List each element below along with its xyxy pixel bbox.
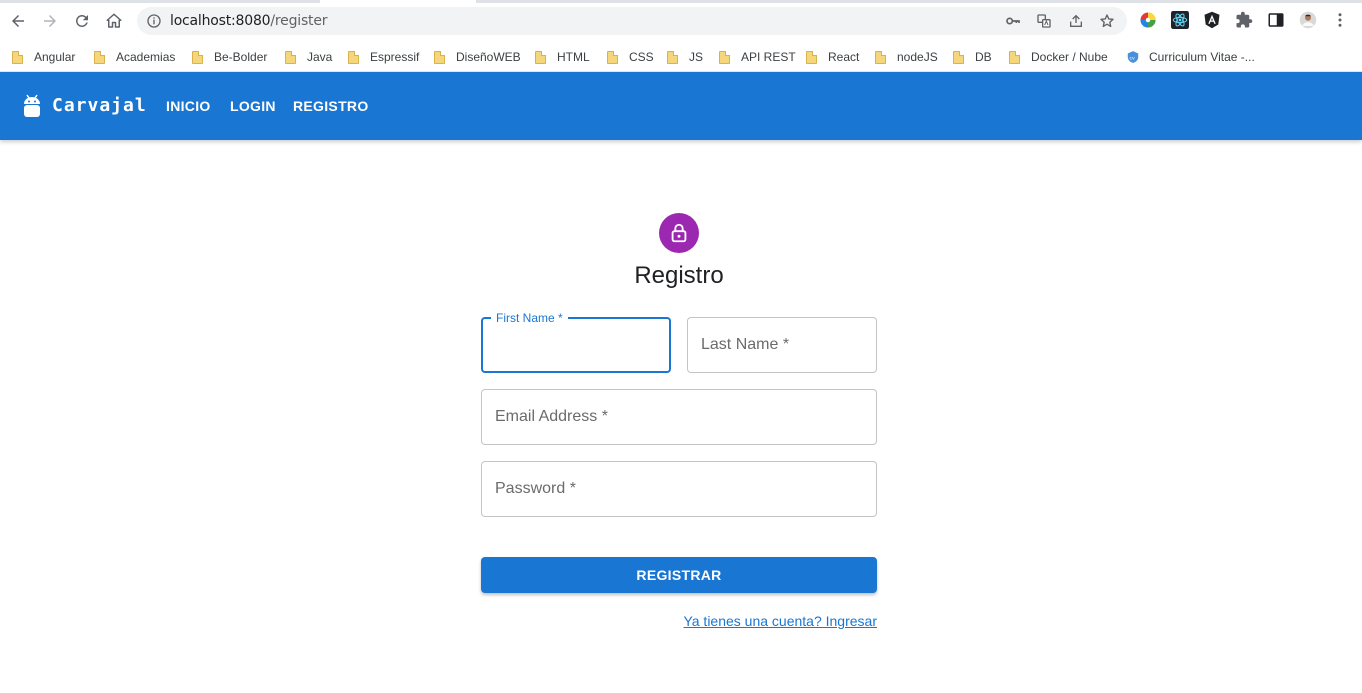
folder-icon [434,50,445,64]
side-panel-icon[interactable] [1267,11,1285,29]
address-bar[interactable]: localhost:8080/register [137,7,1127,35]
tab-strip [0,0,320,3]
bookmark-java[interactable]: Java [285,46,332,68]
forward-button[interactable] [37,8,63,34]
share-icon[interactable] [1068,13,1084,29]
extensions-puzzle-icon[interactable] [1235,11,1253,29]
svg-text:cv: cv [1130,56,1136,61]
login-link[interactable]: Ya tienes una cuenta? Ingresar [683,613,877,629]
bookmarks-bar: Angular Academias Be-Bolder Java Espress… [0,42,1362,72]
info-icon[interactable] [146,13,162,29]
menu-kebab-icon[interactable] [1331,11,1349,29]
arrow-right-icon [44,15,56,27]
bookmark-css[interactable]: CSS [607,46,654,68]
nav-link-login[interactable]: LOGIN [230,98,276,114]
bookmark-db[interactable]: DB [953,46,992,68]
last-name-field[interactable]: Last Name * [687,317,877,373]
folder-icon [348,50,359,64]
home-icon [106,13,122,28]
avatar [659,213,699,253]
reload-icon [75,14,88,27]
email-field[interactable]: Email Address * [481,389,877,445]
bookmark-espressif[interactable]: Espressif [348,46,419,68]
nav-link-registro[interactable]: REGISTRO [293,98,369,114]
password-field[interactable]: Password * [481,461,877,517]
bookmark-docker-nube[interactable]: Docker / Nube [1009,46,1108,68]
folder-icon [667,50,678,64]
folder-icon [875,50,886,64]
folder-icon [94,50,105,64]
bookmark-api-rest[interactable]: API REST [719,46,796,68]
profile-avatar[interactable] [1299,11,1317,29]
folder-icon [1009,50,1020,64]
folder-icon [719,50,730,64]
folder-icon [192,50,203,64]
angular-devtools-icon[interactable] [1203,11,1221,29]
home-button[interactable] [101,8,127,34]
bookmark-html[interactable]: HTML [535,46,590,68]
react-devtools-icon[interactable] [1171,11,1189,29]
star-icon[interactable] [1099,13,1115,29]
bookmark-angular[interactable]: Angular [12,46,75,68]
color-wheel-extension-icon[interactable] [1139,11,1157,29]
android-icon [24,94,40,117]
last-name-label: Last Name * [701,336,790,353]
folder-icon [607,50,618,64]
folder-icon [806,50,817,64]
page-title: Registro [634,262,724,289]
arrow-left-icon [12,15,24,27]
back-button[interactable] [5,8,31,34]
bookmark-react[interactable]: React [806,46,859,68]
bookmark-nodejs[interactable]: nodeJS [875,46,938,68]
brand-logo-text[interactable]: Carvajal [52,95,147,116]
reload-button[interactable] [69,8,95,34]
bookmark-js[interactable]: JS [667,46,703,68]
app-navbar: Carvajal INICIO LOGIN REGISTRO [0,72,1362,140]
folder-icon [12,50,23,64]
tab-strip [476,0,1362,3]
browser-toolbar: localhost:8080/register [0,0,1362,42]
register-button[interactable]: REGISTRAR [481,557,877,593]
bookmark-disenoweb[interactable]: DiseñoWEB [434,46,521,68]
bookmark-academias[interactable]: Academias [94,46,175,68]
cv-site-icon: cv [1127,51,1139,63]
bookmark-curriculum-vitae[interactable]: cv Curriculum Vitae -... [1126,46,1255,68]
lock-icon [671,223,687,243]
folder-icon [953,50,964,64]
email-label: Email Address * [495,408,608,425]
bookmark-be-bolder[interactable]: Be-Bolder [192,46,267,68]
key-icon[interactable] [1005,13,1021,29]
url-text: localhost:8080/register [170,13,328,29]
translate-icon[interactable] [1036,13,1052,29]
folder-icon [535,50,546,64]
password-label: Password * [495,480,576,497]
first-name-field[interactable]: First Name * [481,311,671,373]
first-name-label: First Name * [491,311,568,325]
nav-link-inicio[interactable]: INICIO [166,98,211,114]
folder-icon [285,50,296,64]
